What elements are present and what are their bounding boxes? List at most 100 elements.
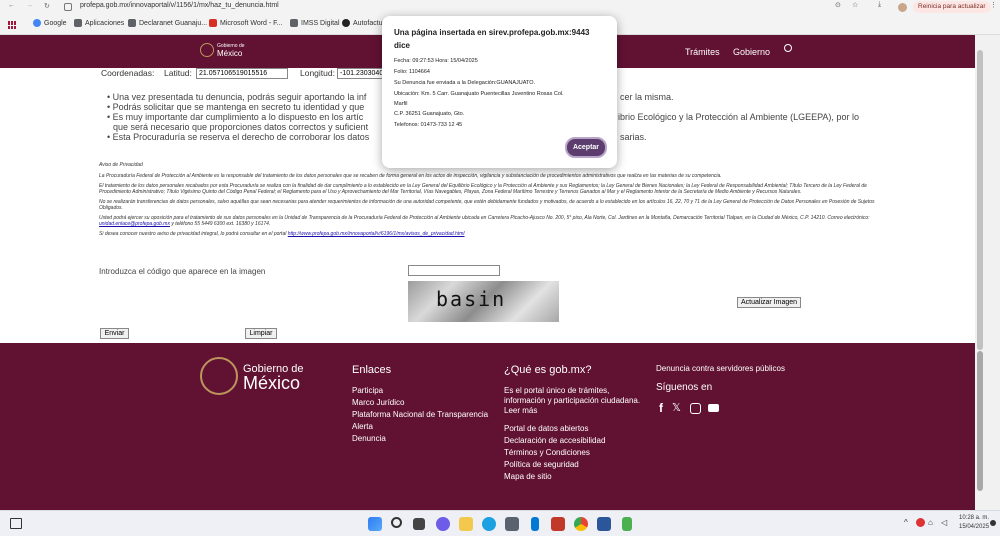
scrollbar-thumb[interactable] — [977, 50, 983, 350]
dialog-line: Su Denuncia fue enviada a la Delegación:… — [394, 80, 536, 86]
dialog-title: Una página insertada en sirev.profepa.go… — [394, 28, 590, 37]
bullet-item: • Esta Procuraduría se reserva el derech… — [107, 132, 370, 142]
footer-link-mapa[interactable]: Mapa de sitio — [504, 472, 552, 481]
chat-icon[interactable] — [436, 517, 450, 531]
folder-icon — [128, 19, 136, 27]
bullet-continuation: ibrio Ecológico y la Protección al Ambie… — [618, 112, 859, 122]
bookmark-word[interactable]: Microsoft Word - F... — [209, 19, 283, 27]
app-icon[interactable] — [551, 517, 565, 531]
app-icon[interactable] — [622, 517, 632, 531]
refresh-captcha-button[interactable]: Actualizar Imagen — [737, 297, 801, 308]
edge-icon[interactable] — [482, 517, 496, 531]
que-es-title: ¿Qué es gob.mx? — [504, 364, 592, 376]
dialog-line: Folio: 1104664 — [394, 69, 430, 75]
nav-gobierno[interactable]: Gobierno — [733, 47, 770, 57]
facebook-icon[interactable]: f — [659, 401, 663, 415]
google-icon — [33, 19, 41, 27]
siguenos-title: Síguenos en — [656, 382, 713, 393]
bullet-item: • Podrás solicitar que se mantenga en se… — [107, 102, 365, 112]
search-icon[interactable] — [784, 44, 792, 52]
footer-link-denuncia-servidores[interactable]: Denuncia contra servidores públicos — [656, 364, 785, 373]
bullet-continuation: cer la misma. — [620, 92, 674, 102]
captcha-label: Introduzca el código que aparece en la i… — [99, 267, 266, 276]
captcha-text: basin — [436, 287, 507, 311]
bullet-item: que será necesario que proporciones dato… — [113, 122, 369, 132]
notification-icon[interactable] — [990, 520, 996, 526]
footer-logo[interactable]: Gobierno de México — [200, 357, 304, 395]
store-icon[interactable] — [505, 517, 519, 531]
volume-icon[interactable]: ◁ — [941, 518, 947, 527]
search-icon[interactable] — [391, 517, 402, 528]
nav-tramites[interactable]: Trámites — [685, 47, 720, 57]
accept-button[interactable]: Aceptar — [565, 137, 607, 158]
folder-icon — [290, 19, 298, 27]
network-icon[interactable]: ⌂ — [928, 518, 933, 527]
bullet-continuation: sarias. — [620, 132, 647, 142]
site-info-icon[interactable] — [64, 3, 72, 11]
dialog-line: Fecha: 09:27:53 Hora: 15/04/2025 — [394, 58, 478, 64]
gov-logo[interactable]: Gobierno de México — [200, 43, 245, 58]
star-icon[interactable]: ☆ — [852, 1, 858, 9]
clear-button[interactable]: Limpiar — [245, 328, 277, 339]
youtube-icon[interactable] — [708, 404, 719, 412]
bookmark-aplicaciones[interactable]: Aplicaciones — [74, 19, 124, 27]
reload-icon[interactable]: ↻ — [44, 2, 50, 10]
url-field[interactable]: profepa.gob.mx/innovaportal/v/1156/1/mx/… — [80, 2, 279, 9]
bookmark-imss[interactable]: IMSS Digital — [290, 19, 340, 27]
forward-arrow-icon[interactable]: → — [26, 2, 33, 9]
footer-link-transparencia[interactable]: Plataforma Nacional de Transparencia — [352, 410, 488, 419]
chevron-up-icon[interactable]: ^ — [904, 518, 908, 527]
captcha-input[interactable] — [408, 265, 500, 276]
avatar[interactable] — [898, 3, 907, 12]
clock-time[interactable]: 10:28 a. m. — [959, 515, 989, 521]
browser-address-bar: ← → ↻ profepa.gob.mx/innovaportal/v/1156… — [0, 0, 1000, 15]
coat-of-arms-icon — [200, 43, 214, 57]
footer-link-alerta[interactable]: Alerta — [352, 422, 373, 431]
vscode-icon[interactable] — [531, 517, 539, 531]
task-view-icon[interactable] — [413, 518, 425, 530]
footer-link-terminos[interactable]: Términos y Condiciones — [504, 448, 590, 457]
lat-label: Latitud: — [164, 68, 192, 78]
page-scrollbar[interactable] — [975, 35, 1000, 510]
lon-input[interactable]: -101.2303040 — [337, 68, 383, 79]
bullet-item: • Es muy importante dar cumplimiento a l… — [107, 112, 364, 122]
bookmark-declaranet[interactable]: Declaranet Guanaju... — [128, 19, 207, 27]
bookmark-google[interactable]: Google — [33, 19, 67, 27]
footer-link-seguridad[interactable]: Política de seguridad — [504, 460, 579, 469]
privacy-portal-link[interactable]: http://www.profepa.gob.mx/innovaportal/v… — [288, 231, 465, 237]
read-more-link[interactable]: Leer más — [504, 406, 537, 415]
scrollbar-thumb[interactable] — [977, 351, 983, 491]
windows-start-icon[interactable] — [368, 517, 382, 531]
privacy-notice: Aviso de Privacidad La Procuraduría Fede… — [99, 162, 877, 237]
apps-grid-icon[interactable] — [8, 21, 17, 29]
word-doc-icon — [209, 19, 217, 27]
privacy-email-link[interactable]: unidad.enlace@profepa.gob.mx — [99, 221, 170, 227]
autofactura-icon — [342, 19, 350, 27]
apps-grid-icon — [74, 19, 82, 27]
x-twitter-icon[interactable]: 𝕏 — [672, 401, 681, 414]
clock-date[interactable]: 15/04/2025 — [959, 524, 989, 530]
tray-app-icon[interactable] — [916, 518, 925, 527]
footer-link-denuncia[interactable]: Denuncia — [352, 434, 386, 443]
instagram-icon[interactable] — [690, 403, 701, 414]
dialog-line: Telefonos: 01473-733 12 45 — [394, 122, 463, 128]
word-icon[interactable] — [597, 517, 611, 531]
footer-link-datos-abiertos[interactable]: Portal de datos abiertos — [504, 424, 589, 433]
widgets-icon[interactable] — [10, 518, 22, 529]
download-icon[interactable]: ⤓ — [878, 1, 881, 9]
send-button[interactable]: Enviar — [100, 328, 129, 339]
file-explorer-icon[interactable] — [459, 517, 473, 531]
coords-label: Coordenadas: — [101, 68, 155, 78]
dialog-line: C.P. 36251 Guanajuato, Gto. — [394, 111, 465, 117]
restart-update-button[interactable]: Reinicia para actualizar — [913, 1, 991, 13]
lat-input[interactable]: 21.057106519015516 — [196, 68, 288, 79]
more-menu-icon[interactable]: ⋮ — [990, 1, 997, 9]
coat-of-arms-icon — [200, 357, 238, 395]
bookmark-autofactura[interactable]: Autofactu — [342, 19, 383, 27]
footer-link-participa[interactable]: Participa — [352, 386, 383, 395]
footer-link-accesibilidad[interactable]: Declaración de accesibilidad — [504, 436, 605, 445]
chrome-icon[interactable] — [574, 517, 588, 531]
back-arrow-icon[interactable]: ← — [8, 2, 15, 9]
footer-link-marco-juridico[interactable]: Marco Jurídico — [352, 398, 404, 407]
location-icon[interactable]: ⊙ — [835, 1, 841, 9]
